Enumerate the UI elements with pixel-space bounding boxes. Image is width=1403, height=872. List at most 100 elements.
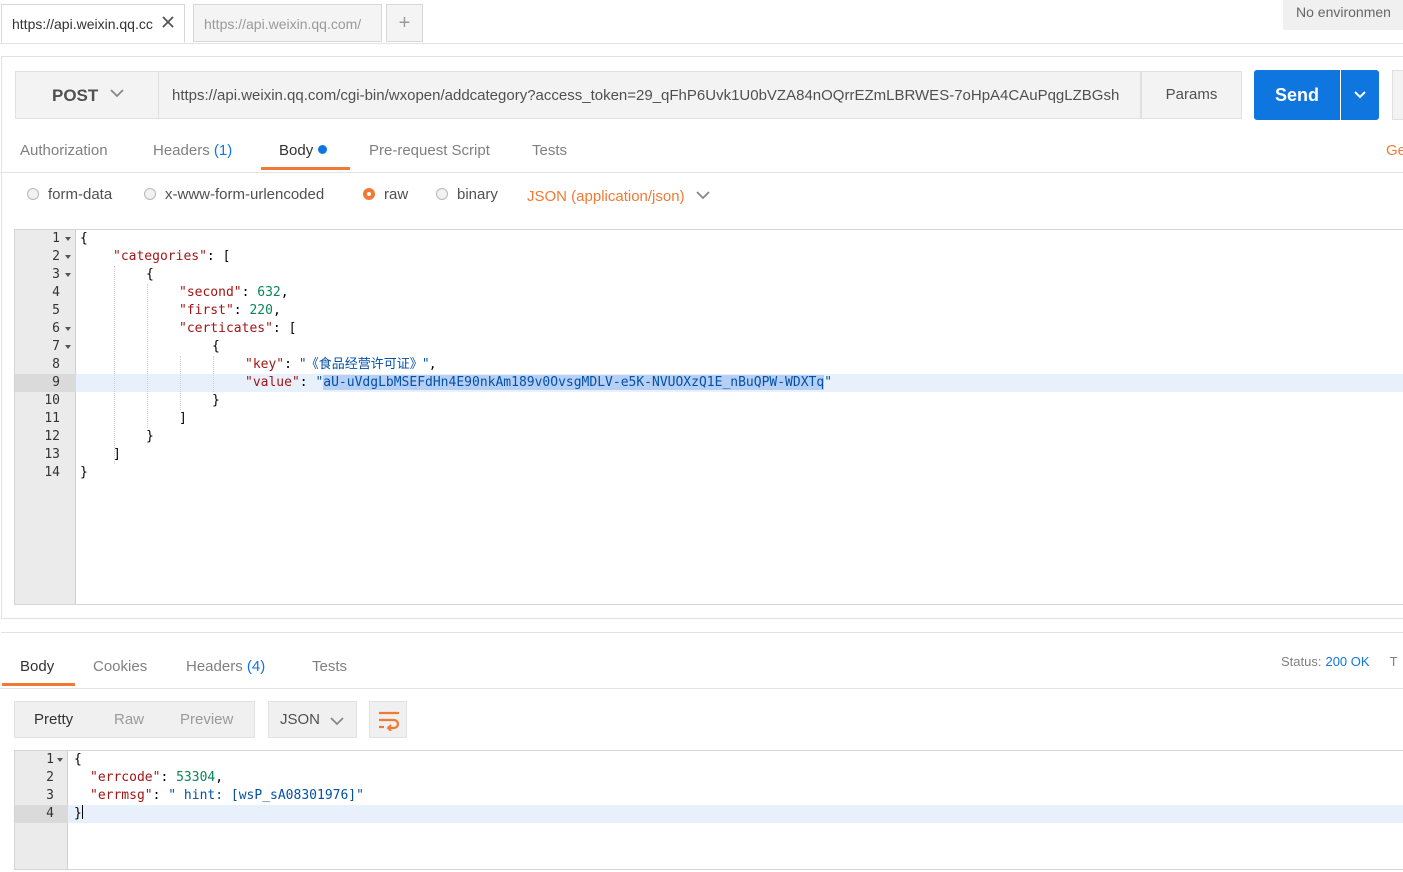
response-tab-headers-count: (4) <box>246 658 266 675</box>
view-raw-button[interactable]: Raw <box>114 711 144 728</box>
code-line: "first": 220, <box>179 303 281 318</box>
chevron-down-icon <box>109 85 125 106</box>
line-number: 4 <box>46 806 54 821</box>
method-label: POST <box>52 86 99 105</box>
selected-text: aU-uVdgLbMSEFdHn4E90nkAm189v0OvsgMDLV-e5… <box>323 375 825 390</box>
response-tab-cookies[interactable]: Cookies <box>93 658 147 675</box>
code-line: } <box>146 429 154 444</box>
wrap-lines-icon <box>379 711 400 731</box>
close-icon[interactable] <box>162 15 174 33</box>
code-line: "errcode": 53304, <box>90 770 224 785</box>
line-number: 1 <box>15 230 76 248</box>
tab-body[interactable]: Body <box>279 142 328 159</box>
request-tabs: Authorization Headers (1) Body Pre-reque… <box>0 132 1403 173</box>
fold-arrow-icon[interactable] <box>65 255 71 259</box>
line-number: 14 <box>44 465 60 480</box>
text-cursor <box>81 805 83 819</box>
tab-prerequest-script[interactable]: Pre-request Script <box>369 142 490 159</box>
response-status: Status: 200 OK T <box>1281 654 1398 669</box>
line-number: 12 <box>44 429 60 444</box>
status-label: Status: <box>1281 654 1322 669</box>
send-button[interactable]: Send <box>1254 70 1340 120</box>
line-number: 10 <box>44 393 60 408</box>
response-body-viewer[interactable]: 1 2 3 4 { "errcode": 53304, "errmsg": " … <box>14 750 1403 870</box>
radio-raw[interactable]: raw <box>363 186 408 203</box>
environment-selector[interactable]: No environmen <box>1283 0 1403 30</box>
view-pretty-button[interactable]: Pretty <box>34 711 73 728</box>
tab-headers-count: (1) <box>213 142 233 159</box>
code-line: { <box>212 339 220 354</box>
fold-arrow-icon[interactable] <box>65 237 71 241</box>
request-tab-label: https://api.weixin.qq.cc <box>12 16 153 32</box>
response-tab-headers[interactable]: Headers (4) <box>186 658 265 675</box>
active-tab-indicator <box>2 683 75 686</box>
time-label: T <box>1389 654 1398 669</box>
radio-urlencoded[interactable]: x-www-form-urlencoded <box>144 186 324 203</box>
new-tab-button[interactable]: + <box>386 4 423 42</box>
fold-arrow-icon[interactable] <box>65 273 71 277</box>
line-number: 9 <box>52 375 60 390</box>
code-line: { <box>74 752 82 767</box>
line-number: 11 <box>44 411 60 426</box>
radio-form-data[interactable]: form-data <box>27 186 112 203</box>
line-number: 4 <box>52 285 60 300</box>
content-type-select[interactable]: JSON (application/json) <box>527 188 711 205</box>
fold-arrow-icon[interactable] <box>65 345 71 349</box>
line-number: 2 <box>15 248 76 266</box>
code-line: } <box>74 805 83 821</box>
response-tab-tests[interactable]: Tests <box>312 658 347 675</box>
code-line: "errmsg": " hint: [wsP_sA08301976]" <box>90 788 364 803</box>
request-body-editor[interactable]: 1 2 3 4 5 6 7 8 9 10 11 12 13 14 { "cate… <box>14 229 1403 605</box>
fold-arrow-icon[interactable] <box>57 758 63 762</box>
content-type-label: JSON (application/json) <box>527 188 685 205</box>
params-button[interactable]: Params <box>1141 71 1242 119</box>
line-number: 13 <box>44 447 60 462</box>
view-preview-button[interactable]: Preview <box>180 711 233 728</box>
radio-form-data-label: form-data <box>48 186 113 203</box>
url-input[interactable]: https://api.weixin.qq.com/cgi-bin/wxopen… <box>159 71 1141 119</box>
response-tabs: Body Cookies Headers (4) Tests <box>0 648 1403 689</box>
request-tab-label: https://api.weixin.qq.com/ <box>204 16 362 32</box>
generate-code-link[interactable]: Ge <box>1386 142 1403 159</box>
response-format-select[interactable]: JSON <box>268 701 357 738</box>
radio-circle-icon <box>436 188 448 200</box>
line-number: 2 <box>46 770 54 785</box>
line-number: 8 <box>52 357 60 372</box>
code-line: } <box>212 393 220 408</box>
code-line: "categories": [ <box>113 249 231 264</box>
line-number: 6 <box>15 320 76 338</box>
response-tab-headers-label: Headers <box>186 658 243 675</box>
radio-circle-icon <box>27 188 39 200</box>
save-button[interactable] <box>1392 70 1403 120</box>
tab-tests[interactable]: Tests <box>532 142 567 159</box>
radio-urlencoded-label: x-www-form-urlencoded <box>165 186 325 203</box>
response-view-mode: Pretty Raw Preview <box>14 701 255 738</box>
line-number: 3 <box>15 266 76 284</box>
line-number: 3 <box>46 788 54 803</box>
code-line: "key": "《食品经营许可证》", <box>245 357 437 372</box>
method-select[interactable]: POST <box>15 71 159 119</box>
radio-circle-icon <box>144 188 156 200</box>
request-tab-active[interactable]: https://api.weixin.qq.cc <box>1 4 185 43</box>
radio-binary-label: binary <box>457 186 498 203</box>
modified-dot-icon <box>318 145 328 154</box>
radio-raw-label: raw <box>384 186 409 203</box>
wrap-lines-button[interactable] <box>369 701 407 738</box>
line-number: 1 <box>15 751 68 769</box>
code-line: } <box>80 465 88 480</box>
tab-headers[interactable]: Headers (1) <box>153 142 232 159</box>
request-tab-inactive[interactable]: https://api.weixin.qq.com/ <box>193 4 382 42</box>
code-line: "certicates": [ <box>179 321 297 336</box>
send-dropdown-button[interactable] <box>1341 70 1379 120</box>
response-format-label: JSON <box>280 711 321 728</box>
fold-arrow-icon[interactable] <box>65 327 71 331</box>
response-tab-body[interactable]: Body <box>20 658 54 675</box>
chevron-down-icon <box>695 191 710 200</box>
radio-binary[interactable]: binary <box>436 186 498 203</box>
line-number: 5 <box>52 303 60 318</box>
code-line: { <box>146 267 154 282</box>
tab-authorization[interactable]: Authorization <box>20 142 108 159</box>
code-line: ] <box>179 411 187 426</box>
code-line: "second": 632, <box>179 285 289 300</box>
tab-headers-label: Headers <box>153 142 210 159</box>
